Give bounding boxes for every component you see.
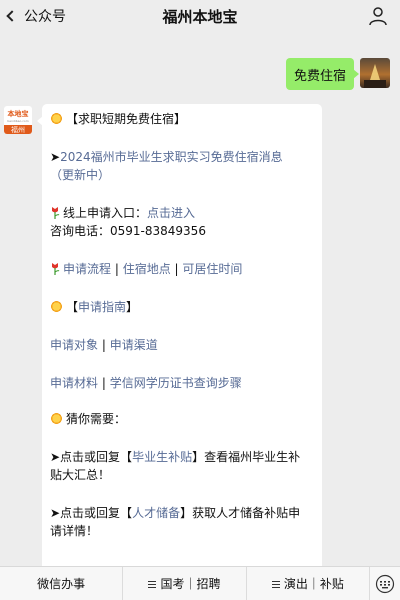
person-icon[interactable] (368, 6, 388, 26)
chat-area: 免费住宿 本地宝 bendibao.com 福州 【求职短期免费住宿】 ➤202… (0, 32, 400, 578)
guide-link[interactable]: 申请指南 (78, 300, 126, 314)
tip1-row: ➤点击或回复【毕业生补贴】查看福州毕业生补 (50, 448, 314, 466)
links-row: 申请流程 | 住宿地点 | 可居住时间 (50, 260, 314, 278)
page-title: 福州本地宝 (162, 7, 238, 26)
avatar-brand-text: 本地宝 (7, 110, 29, 118)
sun-emoji-icon (50, 300, 63, 313)
tip2-row: ➤点击或回复【人才储备】获取人才储备补贴申 (50, 504, 314, 522)
bracket-left: 【 (66, 300, 79, 314)
separator: | (98, 376, 110, 390)
news-link-row-2[interactable]: （更新中） (50, 166, 314, 184)
arrow-icon: ➤ (50, 150, 61, 164)
tip2-line2: 请详情！ (50, 524, 99, 538)
apply-link[interactable]: 点击进入 (147, 206, 195, 220)
chevron-left-icon (6, 10, 18, 22)
sun-emoji-icon (50, 112, 63, 125)
apply-row: 线上申请入口：点击进入 (50, 204, 314, 222)
guide-row-1: 申请对象 | 申请渠道 (50, 336, 314, 354)
user-avatar[interactable] (360, 58, 390, 88)
guess-row: 猜你需要： (50, 410, 314, 428)
tulip-emoji-icon (52, 263, 60, 275)
back-button[interactable]: 公众号 (6, 4, 66, 28)
avatar-city-text: 福州 (4, 125, 32, 134)
sun-emoji-icon (50, 412, 63, 425)
separator: | (111, 262, 123, 276)
avatar-site-text: bendibao.com (7, 119, 29, 123)
tip2-prefix: ➤点击或回复【 (50, 506, 133, 520)
graduate-subsidy-link[interactable]: 毕业生补贴 (132, 450, 192, 464)
tip1-prefix: ➤点击或回复【 (50, 450, 133, 464)
apply-label: 线上申请入口： (63, 206, 148, 220)
apply-materials-link[interactable]: 申请材料 (50, 376, 98, 390)
apply-channel-link[interactable]: 申请渠道 (110, 338, 158, 352)
top-bar: 公众号 福州本地宝 (0, 0, 400, 32)
reply-message-bubble: 【求职短期免费住宿】 ➤2024福州市毕业生求职实习免费住宿消息 （更新中） 线… (37, 104, 322, 578)
user-message-bubble[interactable]: 免费住宿 (286, 58, 359, 90)
tulip-emoji-icon (52, 207, 60, 219)
keyboard-icon (375, 574, 395, 593)
housing-location-link[interactable]: 住宿地点 (123, 262, 171, 276)
section-heading: 【求职短期免费住宿】 (66, 112, 187, 126)
tip1-row-2: 贴大汇总！ (50, 466, 314, 484)
menu-label: 国考｜招聘 (160, 576, 221, 591)
phone-row: 咨询电话：0591-83849356 (50, 222, 314, 240)
degree-query-link[interactable]: 学信网学历证书查询步骤 (110, 376, 242, 390)
tip2-row-2: 请详情！ (50, 522, 314, 540)
stay-time-link[interactable]: 可居住时间 (182, 262, 242, 276)
apply-process-link[interactable]: 申请流程 (63, 262, 111, 276)
menu-wechat-services[interactable]: 微信办事 (0, 566, 124, 600)
menu-label: 微信办事 (37, 576, 86, 591)
tip2-suffix: 】获取人才储备补贴申 (180, 506, 301, 520)
menu-exams-jobs[interactable]: 国考｜招聘 (123, 566, 247, 600)
tip1-suffix: 】查看福州毕业生补 (192, 450, 301, 464)
guide-row-2: 申请材料 | 学信网学历证书查询步骤 (50, 374, 314, 392)
bottom-menu-bar: 微信办事 国考｜招聘 演出｜补贴 (0, 566, 400, 600)
apply-target-link[interactable]: 申请对象 (50, 338, 98, 352)
section-heading-row: 【求职短期免费住宿】 (50, 110, 314, 128)
news-link[interactable]: 2024福州市毕业生求职实习免费住宿消息 (60, 150, 283, 164)
menu-label: 演出｜补贴 (283, 576, 344, 591)
back-label: 公众号 (24, 9, 66, 25)
bracket-right: 】 (126, 300, 139, 314)
official-account-avatar[interactable]: 本地宝 bendibao.com 福州 (4, 106, 32, 134)
keyboard-toggle-button[interactable] (370, 567, 400, 600)
news-link-row[interactable]: ➤2024福州市毕业生求职实习免费住宿消息 (50, 148, 314, 166)
tip1-line2: 贴大汇总！ (50, 468, 111, 482)
guide-heading-row: 【申请指南】 (50, 298, 314, 316)
phone-text: 咨询电话：0591-83849356 (50, 224, 206, 238)
menu-shows-subsidy[interactable]: 演出｜补贴 (247, 566, 370, 600)
guess-text: 猜你需要： (66, 412, 127, 426)
separator: | (170, 262, 183, 276)
news-link-suffix[interactable]: （更新中） (50, 168, 110, 182)
user-avatar-image (364, 64, 386, 88)
user-message-text: 免费住宿 (293, 68, 346, 84)
separator: | (98, 338, 110, 352)
submenu-icon (271, 580, 280, 588)
submenu-icon (148, 580, 157, 588)
talent-reserve-link[interactable]: 人才储备 (132, 506, 180, 520)
